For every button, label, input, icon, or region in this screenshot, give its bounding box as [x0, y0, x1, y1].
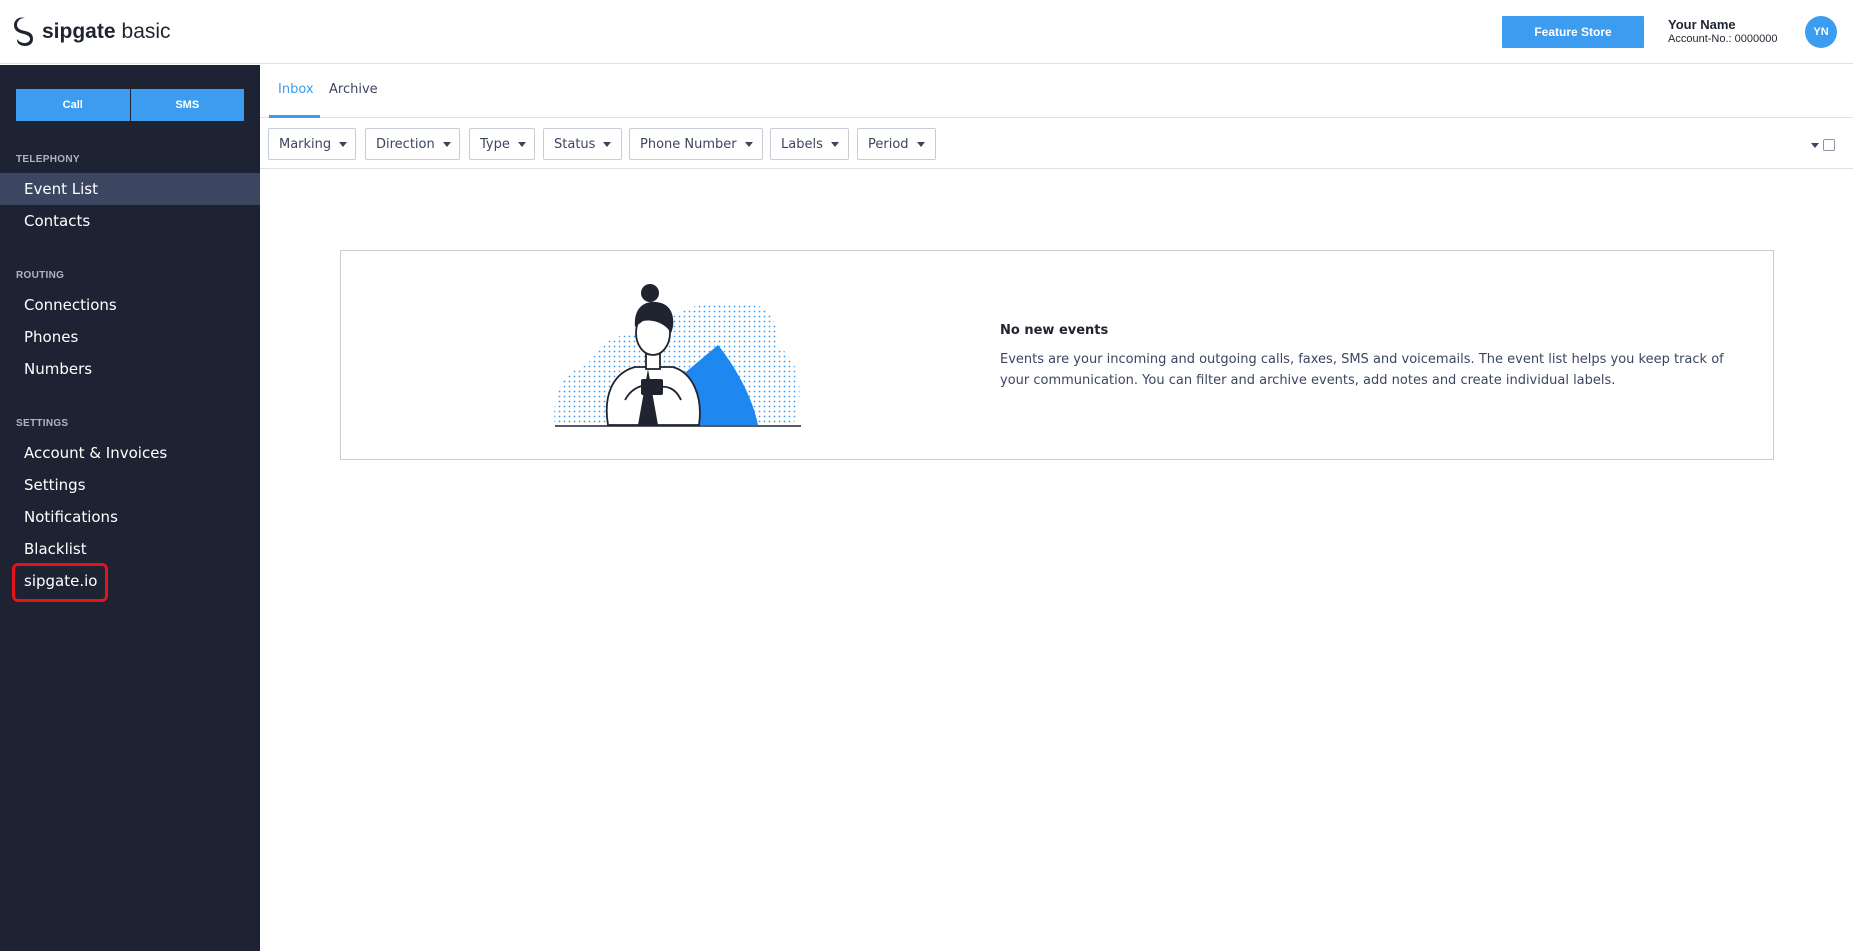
tab-archive[interactable]: Archive [329, 82, 378, 97]
sipgate-logo[interactable]: sipgate basic [14, 16, 171, 48]
filter-labels-label: Labels [781, 136, 823, 152]
caret-down-icon [744, 141, 753, 147]
highlight-box [12, 563, 108, 602]
filter-marking[interactable]: Marking [268, 128, 356, 160]
call-button[interactable]: Call [16, 89, 131, 121]
sidebar-item-account-invoices[interactable]: Account & Invoices [0, 437, 260, 469]
caret-down-icon [339, 141, 348, 147]
caret-down-icon [830, 141, 839, 147]
user-name: Your Name [1668, 17, 1736, 32]
feature-store-button[interactable]: Feature Store [1502, 16, 1644, 48]
section-title-settings: SETTINGS [16, 418, 69, 429]
section-title-telephony: TELEPHONY [16, 154, 80, 165]
filter-period-label: Period [868, 136, 909, 152]
active-tab-indicator [269, 115, 320, 118]
empty-state-illustration [554, 284, 801, 427]
empty-state-description: Events are your incoming and outgoing ca… [1000, 352, 1724, 388]
sidebar-item-notifications[interactable]: Notifications [0, 501, 260, 533]
caret-down-icon [517, 141, 526, 147]
sidebar-item-phones[interactable]: Phones [0, 321, 260, 353]
filter-marking-label: Marking [279, 136, 332, 152]
empty-state-title: No new events [1000, 323, 1109, 338]
call-sms-buttons: Call SMS [16, 89, 244, 121]
filter-phone-number-label: Phone Number [640, 136, 737, 152]
filter-status-label: Status [554, 136, 596, 152]
sidebar-item-settings[interactable]: Settings [0, 469, 260, 501]
main-content: Inbox Archive Marking Direction Type Sta… [260, 65, 1853, 951]
account-number: Account-No.: 0000000 [1668, 33, 1778, 45]
section-title-routing: ROUTING [16, 270, 65, 281]
empty-state-card: No new events Events are your incoming a… [340, 250, 1774, 460]
user-info[interactable]: Your Name Account-No.: 0000000 [1668, 17, 1777, 46]
caret-down-icon [603, 141, 612, 147]
logo-text-basic: basic [121, 20, 171, 43]
filter-direction-label: Direction [376, 136, 435, 152]
filter-status[interactable]: Status [543, 128, 622, 160]
sidebar-item-event-list[interactable]: Event List [0, 173, 260, 205]
logo-text-sipgate: sipgate [42, 20, 116, 43]
filter-type[interactable]: Type [469, 128, 535, 160]
tab-bar: Inbox Archive [260, 65, 1853, 118]
filter-bar: Marking Direction Type Status Phone Numb… [260, 119, 1853, 169]
caret-down-icon [916, 141, 925, 147]
filter-phone-number[interactable]: Phone Number [629, 128, 763, 160]
filter-labels[interactable]: Labels [770, 128, 849, 160]
sms-button[interactable]: SMS [130, 89, 244, 121]
caret-down-icon [442, 141, 451, 147]
sipgate-logo-icon [14, 17, 33, 46]
top-header: sipgate basic Feature Store Your Name Ac… [0, 0, 1853, 64]
sidebar-item-blacklist[interactable]: Blacklist [0, 533, 260, 565]
select-all-checkbox[interactable] [1823, 139, 1835, 151]
sidebar-item-contacts[interactable]: Contacts [0, 205, 260, 237]
filter-direction[interactable]: Direction [365, 128, 460, 160]
sidebar-item-connections[interactable]: Connections [0, 289, 260, 321]
bulk-actions-chevron-icon[interactable] [1811, 143, 1819, 148]
sidebar-item-numbers[interactable]: Numbers [0, 353, 260, 385]
tab-inbox[interactable]: Inbox [278, 82, 314, 97]
filter-period[interactable]: Period [857, 128, 936, 160]
sidebar: Call SMS TELEPHONY Event List Contacts R… [0, 65, 260, 951]
filter-type-label: Type [480, 136, 510, 152]
avatar[interactable]: YN [1805, 16, 1837, 48]
